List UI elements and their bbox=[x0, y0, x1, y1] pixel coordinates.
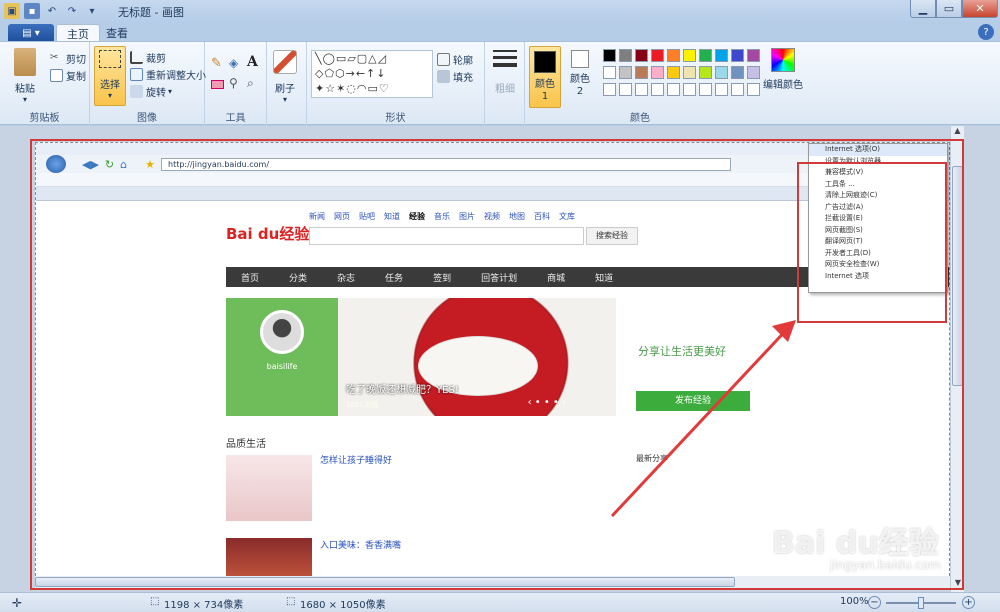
palette-swatch-empty[interactable] bbox=[715, 83, 728, 96]
maximize-button[interactable]: ▭ bbox=[936, 0, 962, 18]
selection-size-icon: ⬚ bbox=[150, 596, 160, 607]
color-picker-icon[interactable]: ⚲ bbox=[229, 76, 238, 90]
palette-swatch[interactable] bbox=[715, 49, 728, 62]
brushes-button[interactable]: 刷子 ▾ bbox=[273, 50, 297, 104]
palette-swatch[interactable] bbox=[619, 66, 632, 79]
palette-swatch[interactable] bbox=[747, 49, 760, 62]
menu-bar: ▤ ▾ 主页 查看 ? bbox=[0, 22, 1000, 42]
palette-swatch[interactable] bbox=[731, 49, 744, 62]
minimize-button[interactable]: ▁ bbox=[910, 0, 936, 18]
ribbon: 粘贴 ▾ ✂ 剪切 复制 剪贴板 选择 ▾ 裁剪 重新调整大小 旋转 ▾ 图像 ✎ … bbox=[0, 41, 1000, 126]
paste-icon bbox=[14, 48, 36, 76]
highlight-box-menu bbox=[797, 162, 947, 323]
palette-swatch[interactable] bbox=[731, 66, 744, 79]
rainbow-icon bbox=[771, 48, 795, 72]
palette-swatch-empty[interactable] bbox=[667, 83, 680, 96]
paint-window: ▣ ▪ ↶ ↷ ▾ 无标题 - 画图 ▁ ▭ ✕ ▤ ▾ 主页 查看 ? 粘贴 … bbox=[0, 0, 1000, 612]
palette-swatch[interactable] bbox=[651, 66, 664, 79]
shapes-gallery[interactable]: ╲◯▭▱▢△◿ ◇⬠⬡→←↑↓ ✦☆✶◌◠▭♡ bbox=[311, 50, 433, 98]
palette-swatch-empty[interactable] bbox=[635, 83, 648, 96]
resize-icon bbox=[130, 68, 143, 81]
edit-colors-button[interactable]: 编辑颜色 bbox=[761, 48, 805, 91]
fill-icon bbox=[437, 70, 450, 83]
palette-swatch[interactable] bbox=[603, 49, 616, 62]
window-title: 无标题 - 画图 bbox=[118, 6, 184, 19]
palette-swatch-empty[interactable] bbox=[731, 83, 744, 96]
zoom-slider-thumb[interactable] bbox=[918, 597, 924, 609]
group-brushes: 刷子 ▾ bbox=[267, 42, 307, 126]
palette-swatch[interactable] bbox=[635, 66, 648, 79]
select-rect-icon bbox=[99, 50, 121, 68]
status-bar: ✛ ⬚ 1198 × 734像素 ⬚ 1680 × 1050像素 100% − … bbox=[0, 592, 1000, 612]
crop-icon bbox=[130, 51, 143, 64]
pencil-icon[interactable]: ✎ bbox=[211, 56, 222, 71]
title-bar: ▣ ▪ ↶ ↷ ▾ 无标题 - 画图 ▁ ▭ ✕ bbox=[0, 0, 1000, 22]
palette-swatch[interactable] bbox=[715, 66, 728, 79]
palette-swatch[interactable] bbox=[667, 49, 680, 62]
outline-icon bbox=[437, 53, 450, 66]
help-icon[interactable]: ? bbox=[978, 24, 994, 40]
zoom-in-button[interactable]: + bbox=[962, 596, 975, 609]
file-menu-button[interactable]: ▤ ▾ bbox=[8, 24, 54, 42]
brush-icon bbox=[273, 50, 297, 74]
group-image: 选择 ▾ 裁剪 重新调整大小 旋转 ▾ 图像 bbox=[90, 42, 206, 126]
group-clipboard: 粘贴 ▾ ✂ 剪切 复制 剪贴板 bbox=[0, 42, 90, 126]
size-button[interactable]: 粗细 bbox=[493, 50, 517, 95]
palette-swatch[interactable] bbox=[619, 49, 632, 62]
close-button[interactable]: ✕ bbox=[962, 0, 998, 18]
rotate-button[interactable]: 旋转 ▾ bbox=[130, 84, 172, 99]
fill-bucket-icon[interactable]: ◈ bbox=[229, 56, 238, 70]
group-size: 粗细 bbox=[485, 42, 525, 126]
copy-icon bbox=[50, 69, 63, 82]
palette-swatch-empty[interactable] bbox=[603, 83, 616, 96]
palette-swatch-empty[interactable] bbox=[699, 83, 712, 96]
crop-button[interactable]: 裁剪 bbox=[130, 50, 166, 65]
palette-swatch[interactable] bbox=[667, 66, 680, 79]
resize-button[interactable]: 重新调整大小 bbox=[130, 67, 206, 82]
group-shapes: ╲◯▭▱▢△◿ ◇⬠⬡→←↑↓ ✦☆✶◌◠▭♡ 轮廓 填充 形状 bbox=[307, 42, 485, 126]
color1-swatch bbox=[534, 51, 556, 73]
palette-swatch[interactable] bbox=[603, 66, 616, 79]
fill-button[interactable]: 填充 bbox=[437, 69, 473, 84]
palette-swatch-empty[interactable] bbox=[619, 83, 632, 96]
cursor-position-icon: ✛ bbox=[12, 596, 23, 610]
paste-button[interactable]: 粘贴 ▾ bbox=[14, 48, 36, 104]
text-icon[interactable]: A bbox=[247, 54, 258, 70]
color1-button[interactable]: 颜色 1 bbox=[529, 46, 561, 108]
palette-swatch-empty[interactable] bbox=[747, 83, 760, 96]
color2-swatch bbox=[571, 50, 589, 68]
palette-swatch[interactable] bbox=[683, 66, 696, 79]
eraser-icon[interactable] bbox=[211, 80, 224, 89]
magnifier-icon[interactable]: ⌕ bbox=[247, 76, 254, 91]
zoom-out-button[interactable]: − bbox=[868, 596, 881, 609]
palette-swatch[interactable] bbox=[747, 66, 760, 79]
tab-view[interactable]: 查看 bbox=[96, 24, 138, 42]
rotate-icon bbox=[130, 85, 143, 98]
cut-button[interactable]: ✂ 剪切 bbox=[50, 51, 86, 66]
group-tools: ✎ ◈ A ⚲ ⌕ 工具 bbox=[205, 42, 267, 126]
tab-home[interactable]: 主页 bbox=[56, 24, 100, 42]
outline-button[interactable]: 轮廓 bbox=[437, 52, 473, 67]
palette-swatch[interactable] bbox=[699, 66, 712, 79]
palette-swatch[interactable] bbox=[683, 49, 696, 62]
zoom-level: 100% bbox=[840, 596, 869, 607]
palette-swatch[interactable] bbox=[699, 49, 712, 62]
copy-button[interactable]: 复制 bbox=[50, 68, 86, 83]
palette-swatch[interactable] bbox=[635, 49, 648, 62]
palette-swatch-empty[interactable] bbox=[683, 83, 696, 96]
select-button[interactable]: 选择 ▾ bbox=[94, 46, 126, 106]
canvas-size: 1680 × 1050像素 bbox=[300, 600, 386, 611]
line-width-icon bbox=[493, 50, 517, 72]
scissors-icon: ✂ bbox=[50, 52, 59, 63]
canvas-size-icon: ⬚ bbox=[286, 596, 296, 607]
group-colors: 颜色 1 颜色 2 编辑颜色 颜色 bbox=[525, 42, 810, 126]
palette-swatch-empty[interactable] bbox=[651, 83, 664, 96]
color2-button[interactable]: 颜色 2 bbox=[565, 50, 595, 98]
selection-size: 1198 × 734像素 bbox=[164, 600, 244, 611]
palette-swatch[interactable] bbox=[651, 49, 664, 62]
